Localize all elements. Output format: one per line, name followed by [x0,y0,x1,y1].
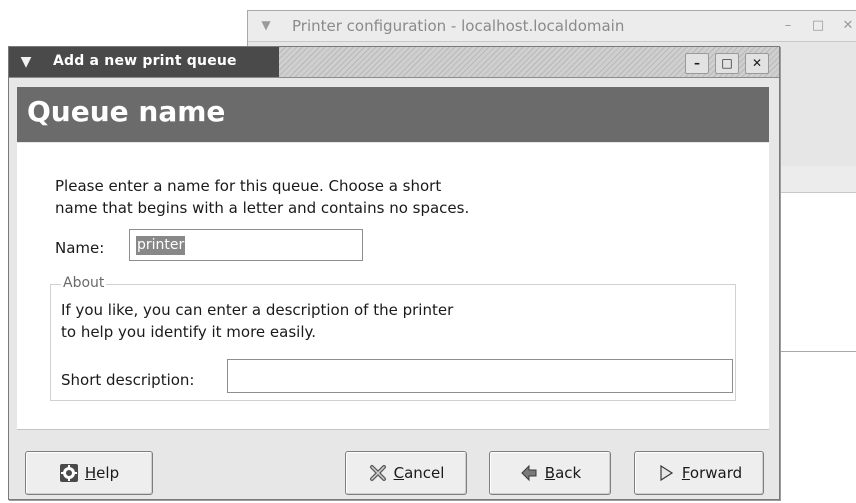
help-button[interactable]: Help [25,451,153,495]
maximize-icon[interactable]: □ [810,18,826,34]
dialog-body: Please enter a name for this queue. Choo… [17,143,769,430]
page-header-band: Queue name [17,87,769,142]
cancel-button-label: Cancel [393,464,445,482]
help-icon [59,463,79,483]
background-window-title: Printer configuration - localhost.locald… [292,17,625,35]
about-legend: About [61,275,107,291]
about-line-1: If you like, you can enter a description… [61,301,454,319]
back-button-label: Back [544,464,582,482]
cancel-x-icon [368,463,388,483]
window-menu-icon[interactable]: ▼ [258,17,274,33]
forward-arrow-icon [656,463,676,483]
dialog-title: Add a new print queue [53,53,237,69]
intro-text: Please enter a name for this queue. Choo… [55,175,575,219]
short-description-input[interactable] [227,359,733,393]
dialog-titlebar-left: ▼ Add a new print queue [9,47,279,77]
about-line-2: to help you identify it more easily. [61,323,316,341]
close-icon[interactable]: ✕ [840,18,856,34]
name-label: Name: [55,239,105,257]
minimize-button[interactable]: – [685,53,709,74]
page-title: Queue name [27,95,226,128]
add-print-queue-dialog: ▼ Add a new print queue – □ ✕ Queue name… [8,46,780,500]
maximize-button[interactable]: □ [715,53,739,74]
background-titlebar[interactable]: ▼ Printer configuration - localhost.loca… [248,11,856,42]
close-button[interactable]: ✕ [745,53,769,74]
intro-line-1: Please enter a name for this queue. Choo… [55,177,442,195]
forward-button-label: Forward [681,464,743,482]
name-input[interactable]: printer [129,229,363,261]
about-text: If you like, you can enter a description… [61,299,581,343]
intro-line-2: name that begins with a letter and conta… [55,199,470,217]
back-button[interactable]: Back [489,451,611,495]
short-description-label: Short description: [61,371,195,389]
forward-button[interactable]: Forward [634,451,764,495]
help-button-label: Help [84,464,120,482]
dialog-titlebar[interactable]: ▼ Add a new print queue – □ ✕ [9,47,779,78]
cancel-button[interactable]: Cancel [345,451,467,495]
window-menu-icon[interactable]: ▼ [17,53,35,71]
name-input-value: printer [136,235,186,255]
minimize-icon[interactable]: – [780,18,796,34]
back-arrow-icon [519,463,539,483]
about-frame: About If you like, you can enter a descr… [50,275,736,401]
